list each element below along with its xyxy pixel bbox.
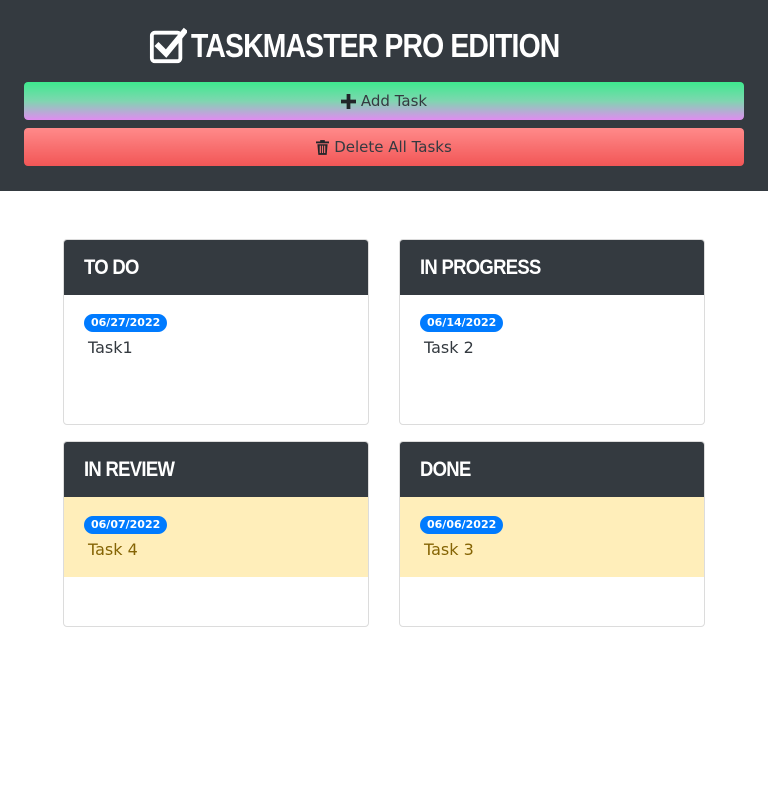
task-name: Task 2 [424,338,474,357]
add-task-label: Add Task [360,92,428,110]
task-card[interactable]: 06/07/2022 Task 4 [64,497,368,577]
due-date-badge: 06/07/2022 [84,516,168,534]
lane-in-review: IN REVIEW 06/07/2022 Task 4 [63,441,369,627]
due-date-badge: 06/27/2022 [84,314,168,332]
app-title-row: TASKMASTER PRO EDITION [24,24,744,68]
lane-title: IN REVIEW [84,457,175,481]
due-date-badge: 06/06/2022 [420,516,504,534]
task-name: Task 3 [424,540,474,559]
lane-header: IN PROGRESS [400,240,704,295]
task-card[interactable]: 06/27/2022 Task1 [64,295,368,375]
task-name: Task1 [88,338,133,357]
delete-all-label: Delete All Tasks [334,138,452,156]
task-card[interactable]: 06/14/2022 Task 2 [400,295,704,375]
lane-in-progress: IN PROGRESS 06/14/2022 Task 2 [399,239,705,425]
trash-icon [316,139,330,155]
task-card[interactable]: 06/06/2022 Task 3 [400,497,704,577]
task-name: Task 4 [88,540,138,559]
due-date-badge: 06/14/2022 [420,314,504,332]
task-board: TO DO 06/27/2022 Task1 IN PROGRESS 06/14… [63,239,705,627]
lane-title: TO DO [84,255,139,279]
plus-icon [340,93,356,109]
delete-all-tasks-button[interactable]: Delete All Tasks [24,128,744,166]
lane-header: DONE [400,442,704,497]
app-title: TASKMASTER PRO EDITION [190,27,560,64]
lane-title: DONE [420,457,471,481]
checkbox-icon [149,27,187,64]
app-header: TASKMASTER PRO EDITION Add Task Delete A… [0,0,768,191]
lane-title: IN PROGRESS [420,255,541,279]
add-task-button[interactable]: Add Task [24,82,744,120]
lane-header: TO DO [64,240,368,295]
lane-header: IN REVIEW [64,442,368,497]
lane-done: DONE 06/06/2022 Task 3 [399,441,705,627]
lane-todo: TO DO 06/27/2022 Task1 [63,239,369,425]
